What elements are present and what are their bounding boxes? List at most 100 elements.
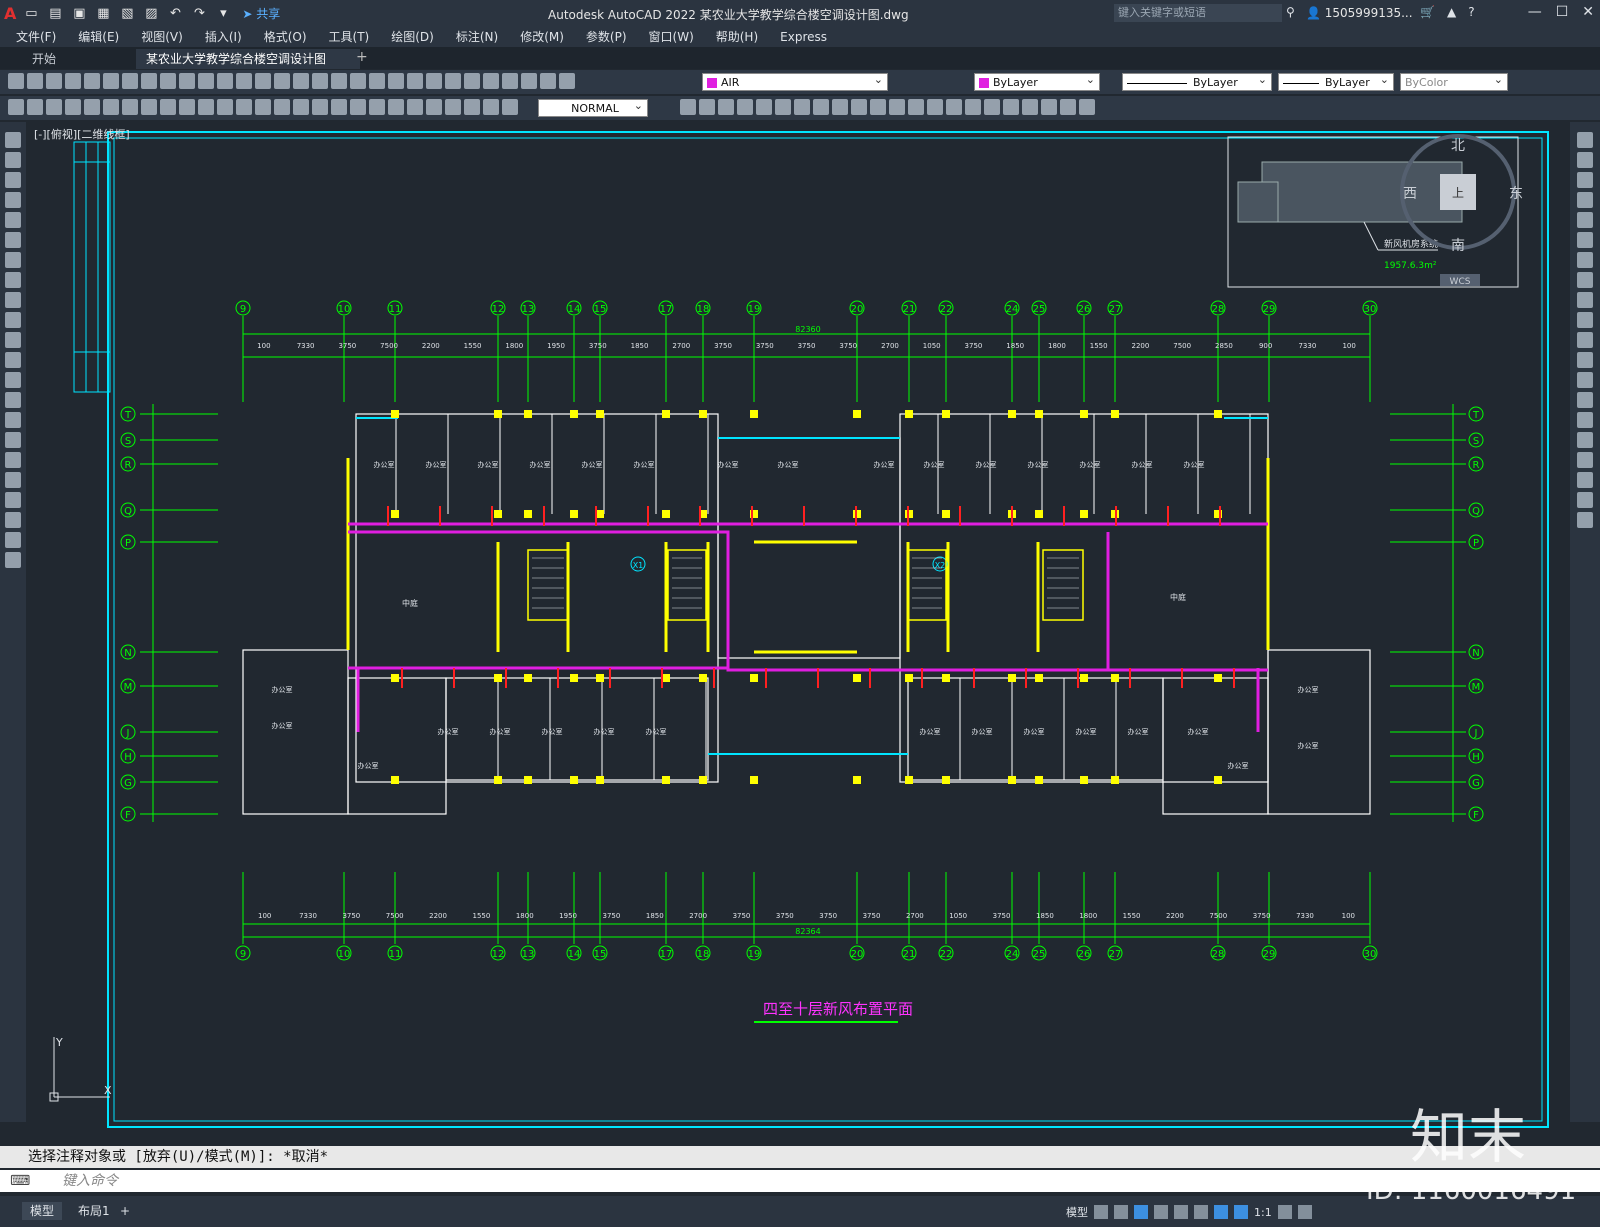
viewcube-north[interactable]: 北: [1451, 138, 1465, 154]
modify-tool-icon[interactable]: [965, 99, 981, 115]
edit-tool-icon[interactable]: [1577, 452, 1593, 468]
modify-tool-icon[interactable]: [832, 99, 848, 115]
standard-tool-icon[interactable]: [426, 73, 442, 89]
standard-tool-icon[interactable]: [236, 73, 252, 89]
dimension-tool-icon[interactable]: [274, 99, 290, 115]
draw-tool-icon[interactable]: [5, 352, 21, 368]
menu-item-9[interactable]: 参数(P): [586, 27, 627, 47]
dimension-tool-icon[interactable]: [331, 99, 347, 115]
draw-tool-icon[interactable]: [5, 452, 21, 468]
dimension-tool-icon[interactable]: [407, 99, 423, 115]
standard-tool-icon[interactable]: [388, 73, 404, 89]
otrack-icon[interactable]: [1194, 1205, 1208, 1219]
standard-tool-icon[interactable]: [369, 73, 385, 89]
standard-tool-icon[interactable]: [255, 73, 271, 89]
dimension-tool-icon[interactable]: [350, 99, 366, 115]
share-button[interactable]: ➤ 共享: [242, 5, 280, 22]
modify-tool-icon[interactable]: [775, 99, 791, 115]
edit-tool-icon[interactable]: [1577, 512, 1593, 528]
modify-tool-icon[interactable]: [984, 99, 1000, 115]
draw-tool-icon[interactable]: [5, 272, 21, 288]
standard-tool-icon[interactable]: [122, 73, 138, 89]
layer-dropdown[interactable]: AIR: [702, 71, 888, 91]
draw-tool-icon[interactable]: [5, 332, 21, 348]
draw-tool-icon[interactable]: [5, 412, 21, 428]
draw-tool-icon[interactable]: [5, 552, 21, 568]
dimension-tool-icon[interactable]: [141, 99, 157, 115]
edit-tool-icon[interactable]: [1577, 292, 1593, 308]
modify-tool-icon[interactable]: [718, 99, 734, 115]
dropdown-icon[interactable]: ▾: [214, 5, 232, 23]
standard-tool-icon[interactable]: [521, 73, 537, 89]
standard-tool-icon[interactable]: [217, 73, 233, 89]
new-tab-button[interactable]: +: [356, 49, 368, 65]
standard-tool-icon[interactable]: [350, 73, 366, 89]
modify-tool-icon[interactable]: [1060, 99, 1076, 115]
dimension-tool-icon[interactable]: [236, 99, 252, 115]
draw-tool-icon[interactable]: [5, 472, 21, 488]
draw-tool-icon[interactable]: [5, 252, 21, 268]
standard-tool-icon[interactable]: [331, 73, 347, 89]
cart-icon[interactable]: 🛒: [1420, 5, 1435, 19]
dimension-tool-icon[interactable]: [198, 99, 214, 115]
tab-drawing[interactable]: 某农业大学教学综合楼空调设计图*✕: [136, 49, 360, 86]
user-account[interactable]: 👤 1505999135...: [1306, 6, 1413, 20]
dimension-tool-icon[interactable]: [27, 99, 43, 115]
edit-tool-icon[interactable]: [1577, 152, 1593, 168]
draw-tool-icon[interactable]: [5, 192, 21, 208]
standard-tool-icon[interactable]: [407, 73, 423, 89]
standard-tool-icon[interactable]: [198, 73, 214, 89]
search-icon[interactable]: ⚲: [1286, 5, 1295, 19]
edit-tool-icon[interactable]: [1577, 232, 1593, 248]
drawing-canvas[interactable]: [-][俯视][二维线框] 新风机房系统 1957.6.3m² 上 北 南 东: [28, 122, 1568, 1137]
snap-icon[interactable]: [1114, 1205, 1128, 1219]
dimension-tool-icon[interactable]: [160, 99, 176, 115]
dimension-tool-icon[interactable]: [445, 99, 461, 115]
dimension-tool-icon[interactable]: [65, 99, 81, 115]
color-dropdown[interactable]: ByLayer: [974, 71, 1100, 91]
edit-tool-icon[interactable]: [1577, 332, 1593, 348]
standard-tool-icon[interactable]: [160, 73, 176, 89]
edit-tool-icon[interactable]: [1577, 472, 1593, 488]
modify-tool-icon[interactable]: [870, 99, 886, 115]
standard-tool-icon[interactable]: [65, 73, 81, 89]
standard-tool-icon[interactable]: [27, 73, 43, 89]
draw-tool-icon[interactable]: [5, 492, 21, 508]
draw-tool-icon[interactable]: [5, 532, 21, 548]
modify-tool-icon[interactable]: [1079, 99, 1095, 115]
dimension-tool-icon[interactable]: [312, 99, 328, 115]
standard-tool-icon[interactable]: [46, 73, 62, 89]
redo-icon[interactable]: ↷: [190, 5, 208, 23]
minimize-icon[interactable]: —: [1528, 4, 1542, 20]
search-input[interactable]: 键入关键字或短语: [1114, 4, 1282, 22]
modify-tool-icon[interactable]: [699, 99, 715, 115]
web-icon[interactable]: ▧: [118, 5, 136, 23]
modify-tool-icon[interactable]: [1022, 99, 1038, 115]
model-space[interactable]: [-][俯视][二维线框] 新风机房系统 1957.6.3m² 上 北 南 东: [28, 122, 1568, 1137]
textstyle-dropdown[interactable]: NORMAL: [538, 97, 648, 117]
dimension-tool-icon[interactable]: [369, 99, 385, 115]
dimension-tool-icon[interactable]: [217, 99, 233, 115]
save-icon[interactable]: ▣: [70, 5, 88, 23]
dimension-tool-icon[interactable]: [255, 99, 271, 115]
standard-tool-icon[interactable]: [445, 73, 461, 89]
settings-icon[interactable]: [1277, 1205, 1292, 1219]
dimension-tool-icon[interactable]: [46, 99, 62, 115]
dimension-tool-icon[interactable]: [464, 99, 480, 115]
standard-tool-icon[interactable]: [103, 73, 119, 89]
standard-tool-icon[interactable]: [8, 73, 24, 89]
modify-tool-icon[interactable]: [1041, 99, 1057, 115]
plot-icon[interactable]: ▨: [142, 5, 160, 23]
draw-tool-icon[interactable]: [5, 132, 21, 148]
help-icon[interactable]: ?: [1468, 5, 1474, 19]
draw-tool-icon[interactable]: [5, 512, 21, 528]
maximize-icon[interactable]: ☐: [1556, 4, 1569, 20]
undo-icon[interactable]: ↶: [166, 5, 184, 23]
command-input[interactable]: 键入命令: [62, 1170, 118, 1192]
draw-tool-icon[interactable]: [5, 232, 21, 248]
close-icon[interactable]: ✕: [1582, 4, 1594, 20]
edit-tool-icon[interactable]: [1577, 192, 1593, 208]
dimension-tool-icon[interactable]: [84, 99, 100, 115]
modify-tool-icon[interactable]: [927, 99, 943, 115]
standard-tool-icon[interactable]: [141, 73, 157, 89]
